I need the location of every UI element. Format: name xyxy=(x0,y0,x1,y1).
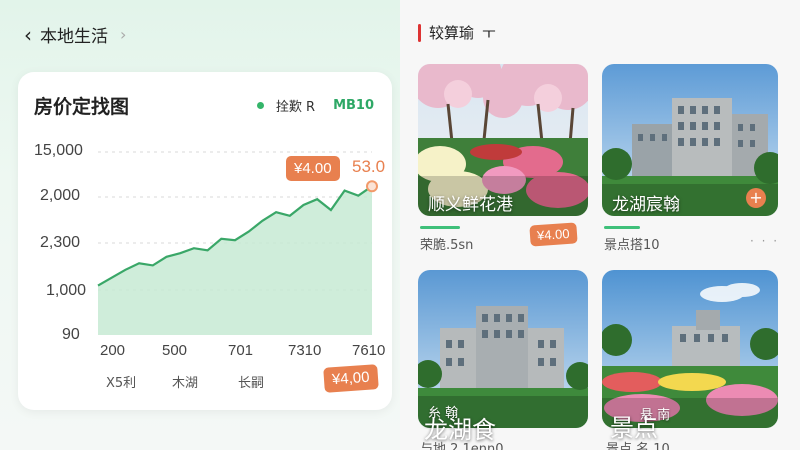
x-tick-2: 500 xyxy=(162,342,188,359)
x-tick-5: 7610 xyxy=(352,342,386,359)
y-tick-5: 90 xyxy=(62,326,80,343)
x-tick-1: 200 xyxy=(100,342,126,359)
plus-icon[interactable]: + xyxy=(746,188,766,208)
garden-image xyxy=(602,270,778,428)
price-tag-top[interactable]: ¥4.00 xyxy=(286,156,340,181)
tile-2-meta: 景点搭10 xyxy=(604,238,660,253)
y-tick-4: 1,000 xyxy=(46,282,87,299)
x-sub-3: 长嗣 xyxy=(238,376,265,391)
y-tick-3: 2,300 xyxy=(40,234,81,251)
tile-flower-park[interactable]: 顺义鲜花港 xyxy=(418,64,588,216)
tile-1-meta: 荣脆.5sn xyxy=(420,238,474,253)
section-title: 较算瑜 xyxy=(429,24,475,42)
x-tick-4: 7310 xyxy=(288,342,322,359)
price-tag-bottom[interactable]: ¥4,00 xyxy=(323,364,379,393)
x-sub-1: X5利 xyxy=(106,376,137,391)
section-accent-bar xyxy=(418,23,421,42)
more-icon[interactable]: · · · xyxy=(750,234,779,248)
y-tick-1: 15,000 xyxy=(34,142,83,159)
tile-garden[interactable] xyxy=(602,270,778,428)
tile-3-meta: 与地 2 1enn0 xyxy=(420,442,504,450)
dropdown-icon[interactable]: ㅜ xyxy=(482,22,496,43)
x-sub-2: 木湖 xyxy=(172,376,199,391)
y-tick-2: 2,000 xyxy=(40,187,81,204)
x-tick-3: 701 xyxy=(228,342,254,359)
tile-1-price-tag[interactable]: ¥4.00 xyxy=(529,222,578,247)
tile-2-indicator xyxy=(604,226,640,229)
tile-1-indicator xyxy=(420,226,460,229)
tile-building[interactable]: 龙湖宸翰 + xyxy=(602,64,778,216)
section-header[interactable]: 较算瑜 ㅜ xyxy=(418,22,496,43)
tile-label: 龙湖宸翰 xyxy=(612,195,680,215)
tile-4-meta: 景点 名 10 xyxy=(606,442,670,450)
peak-value: 53.0 xyxy=(352,157,386,176)
tile-label: 顺义鲜花港 xyxy=(428,195,513,215)
